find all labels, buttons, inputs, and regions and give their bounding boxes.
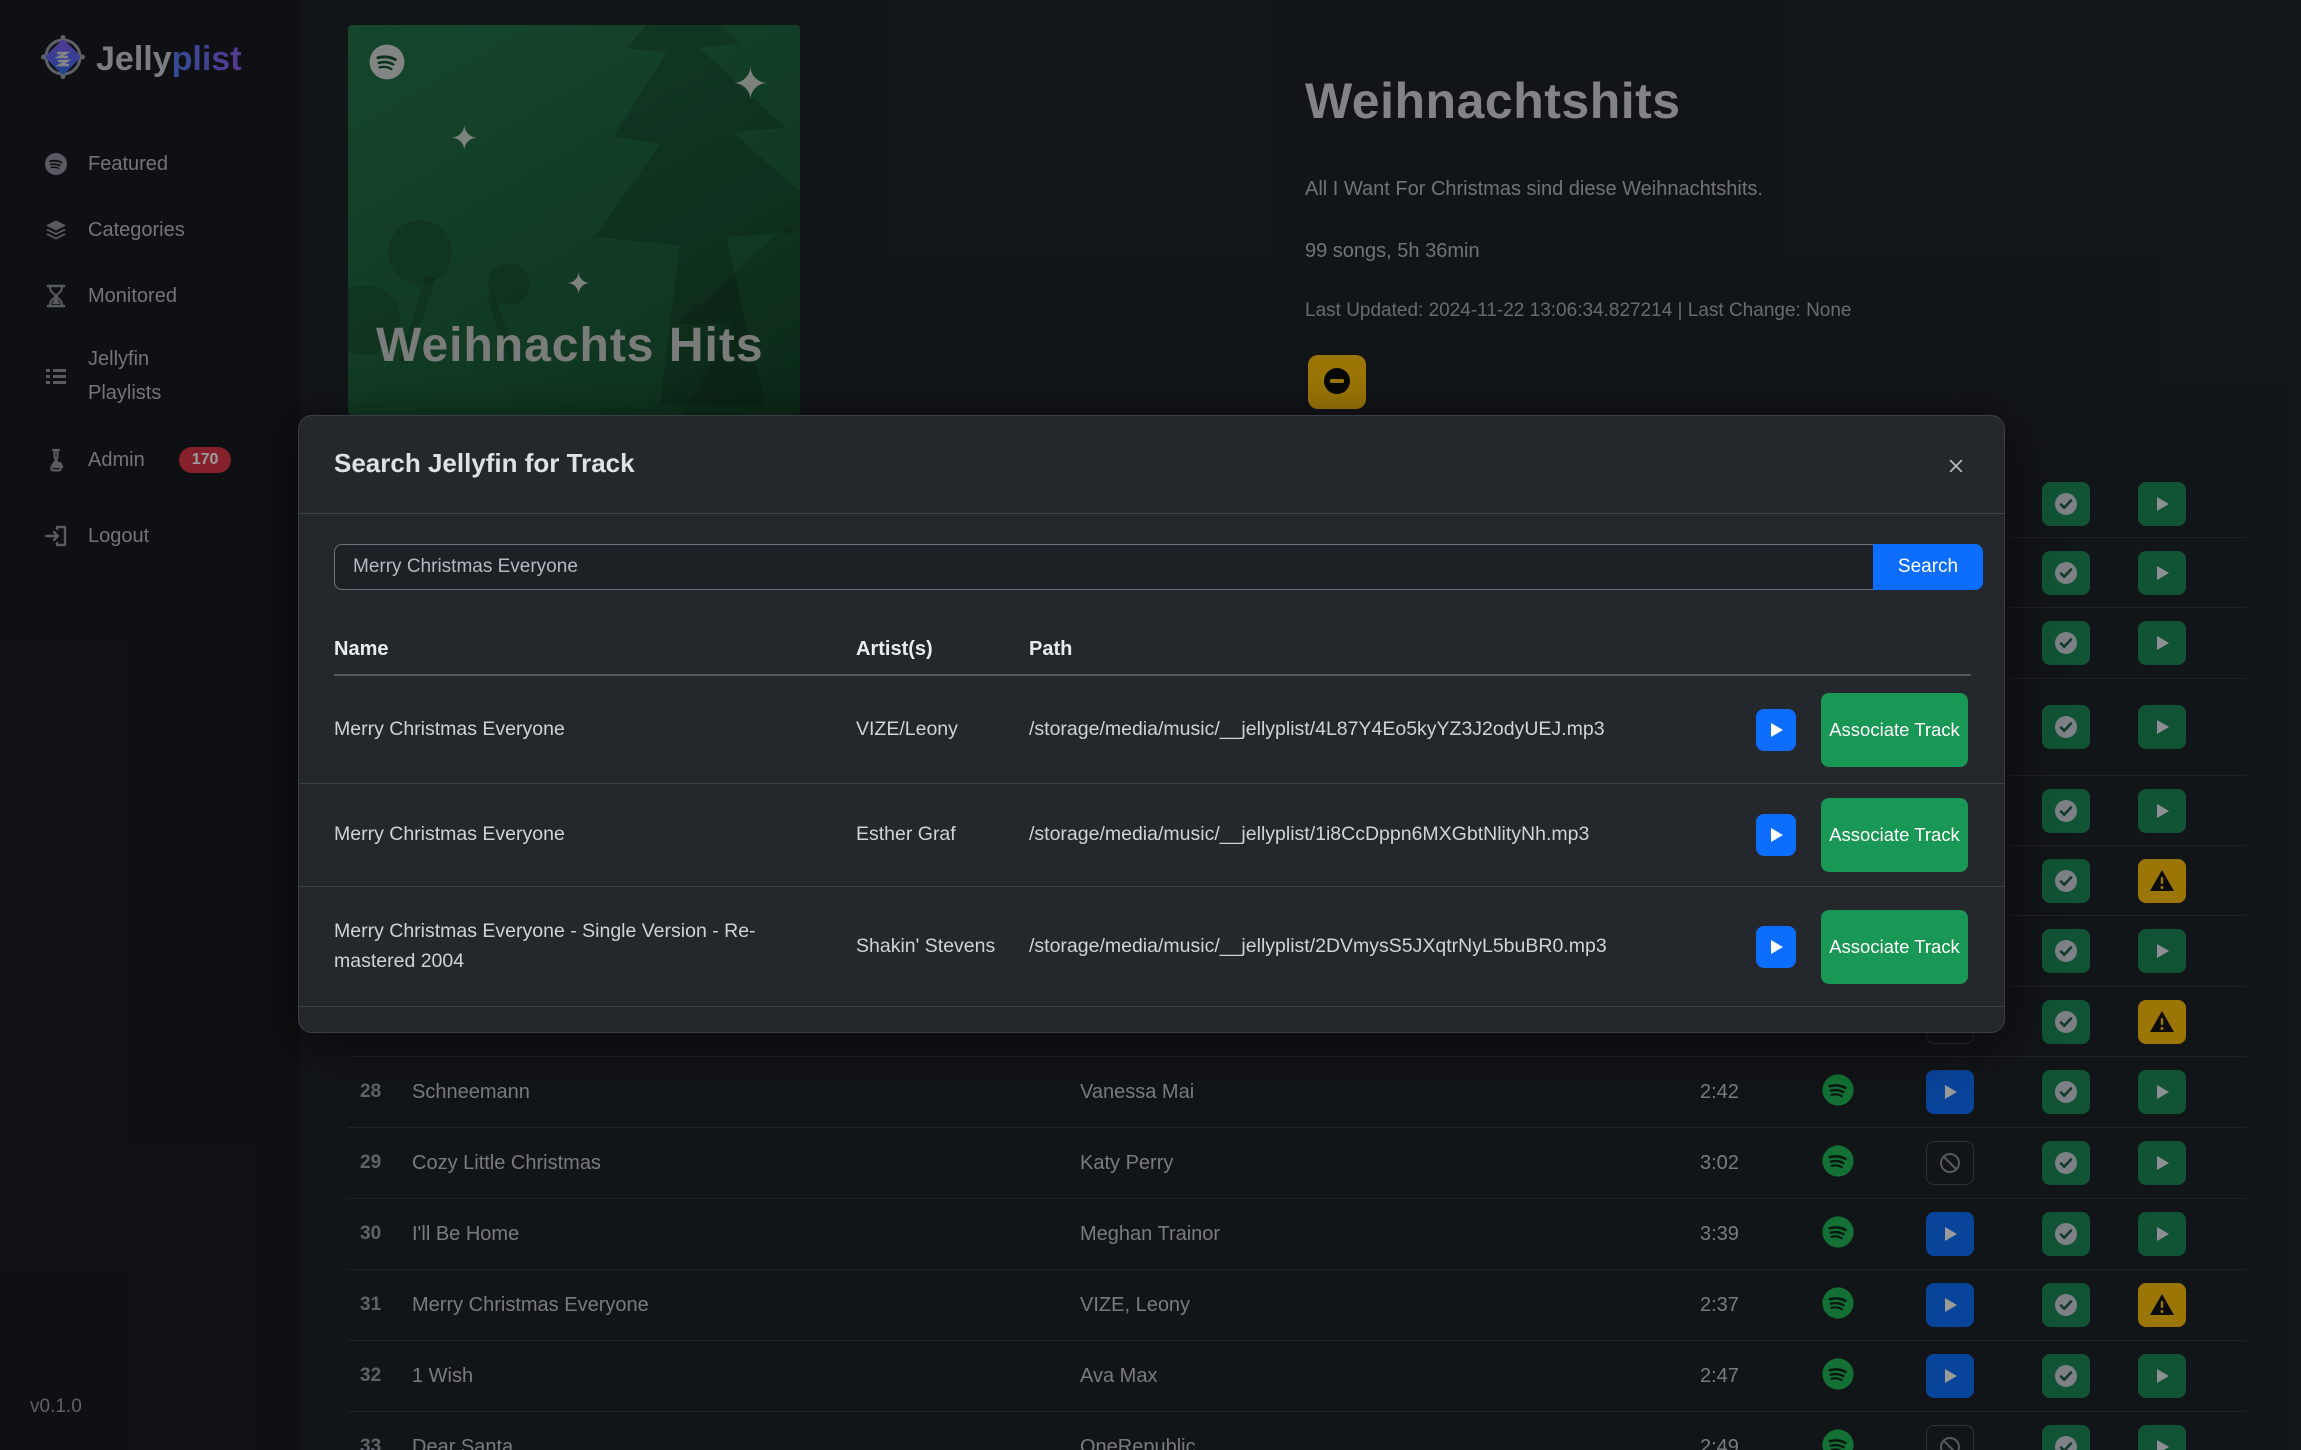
preview-play-button[interactable]: [1756, 926, 1796, 968]
result-name: Merry Christmas Everyone: [334, 784, 819, 886]
result-associate-cell: Associate Track: [1821, 887, 1968, 1006]
close-icon[interactable]: [1940, 450, 1972, 482]
result-artist: Esther Graf: [856, 784, 1006, 886]
result-play-cell: [1756, 784, 1796, 886]
result-artist: Shakin' Stevens: [856, 887, 1006, 1006]
result-play-cell: [1756, 677, 1796, 783]
app-root: Jellyplist Featured Categories Monitored: [0, 0, 2301, 1450]
result-name: Merry Christmas Everyone - Single Versio…: [334, 887, 819, 1006]
table-header-divider: [334, 674, 1971, 676]
search-jellyfin-modal: Search Jellyfin for Track Search Name Ar…: [298, 415, 2005, 1033]
result-path: /storage/media/music/__jellyplist/1i8CcD…: [1029, 784, 1769, 886]
result-artist: VIZE/Leony: [856, 677, 1006, 783]
result-associate-cell: Associate Track: [1821, 677, 1968, 783]
modal-title: Search Jellyfin for Track: [334, 448, 635, 479]
search-result-row: Merry Christmas Everyone - Single Versio…: [299, 887, 2004, 1007]
result-path: /storage/media/music/__jellyplist/4L87Y4…: [1029, 677, 1769, 783]
search-result-row: Merry Christmas Everyone VIZE/Leony/stora…: [299, 677, 2004, 784]
associate-track-button[interactable]: Associate Track: [1821, 910, 1968, 984]
preview-play-button[interactable]: [1756, 709, 1796, 751]
search-result-row: Merry Christmas Everyone Esther Graf/stor…: [299, 784, 2004, 887]
result-name: Merry Christmas Everyone: [334, 677, 819, 783]
result-play-cell: [1756, 887, 1796, 1006]
associate-track-button[interactable]: Associate Track: [1821, 798, 1968, 872]
associate-track-button[interactable]: Associate Track: [1821, 693, 1968, 767]
result-associate-cell: Associate Track: [1821, 784, 1968, 886]
track-search-input[interactable]: [334, 544, 1873, 590]
search-button[interactable]: Search: [1873, 544, 1983, 590]
column-header-path: Path: [1029, 638, 1072, 661]
result-path: /storage/media/music/__jellyplist/2DVmys…: [1029, 887, 1769, 1006]
column-header-artist: Artist(s): [856, 638, 933, 661]
column-header-name: Name: [334, 638, 388, 661]
preview-play-button[interactable]: [1756, 814, 1796, 856]
modal-header: Search Jellyfin for Track: [299, 416, 2004, 514]
